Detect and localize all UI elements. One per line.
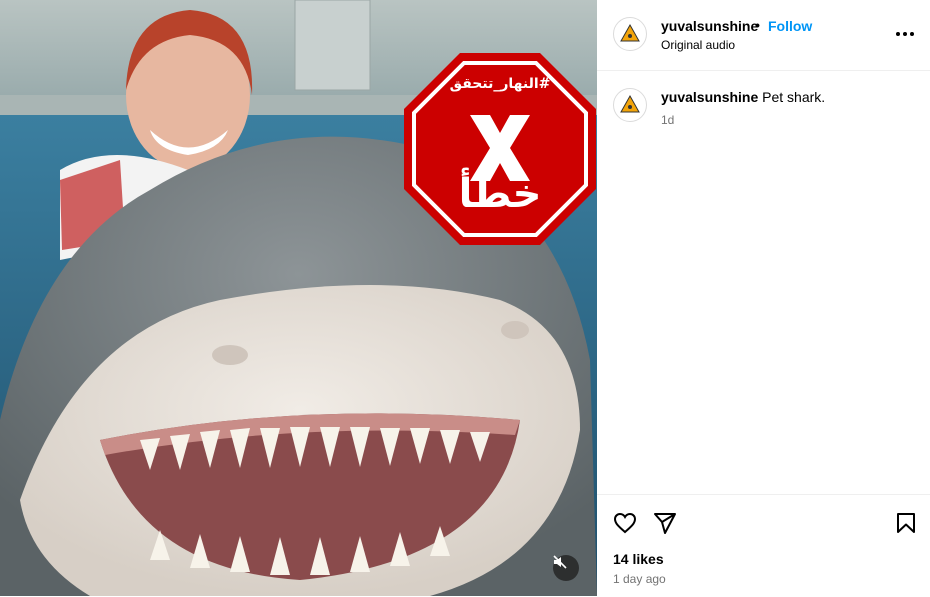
post-details-panel: yuvalsunshine • Follow Original audio yu… <box>597 0 930 596</box>
post-header: yuvalsunshine • Follow Original audio <box>597 0 930 71</box>
caption-text: Pet shark. <box>762 89 826 105</box>
post-actions: 14 likes 1 day ago <box>597 494 930 597</box>
paper-plane-icon[interactable] <box>653 511 677 535</box>
warning-logo-icon <box>615 19 645 49</box>
mute-toggle-button[interactable] <box>553 555 579 581</box>
more-options-icon[interactable] <box>893 24 917 44</box>
author-username[interactable]: yuvalsunshine <box>661 18 758 34</box>
likes-count[interactable]: 14 likes <box>613 551 664 567</box>
warning-logo-icon <box>615 90 645 120</box>
caption: yuvalsunshine Pet shark. <box>661 89 825 105</box>
post-media[interactable]: #النهار_تتحقق خطأ <box>0 0 597 596</box>
fact-check-stamp: #النهار_تتحقق خطأ <box>404 53 596 245</box>
caption-avatar[interactable] <box>613 88 647 122</box>
post-date[interactable]: 1 day ago <box>613 572 666 586</box>
bookmark-icon[interactable] <box>894 511 918 535</box>
heart-icon[interactable] <box>613 511 637 535</box>
separator-dot: • <box>755 17 760 33</box>
stamp-verdict: خطأ <box>458 171 542 217</box>
audio-label[interactable]: Original audio <box>661 38 735 52</box>
muted-speaker-icon <box>553 555 567 569</box>
avatar[interactable] <box>613 17 647 51</box>
caption-age: 1d <box>661 113 675 127</box>
stamp-hashtag: #النهار_تتحقق <box>449 76 551 92</box>
caption-username[interactable]: yuvalsunshine <box>661 89 758 105</box>
follow-button[interactable]: Follow <box>768 18 812 34</box>
